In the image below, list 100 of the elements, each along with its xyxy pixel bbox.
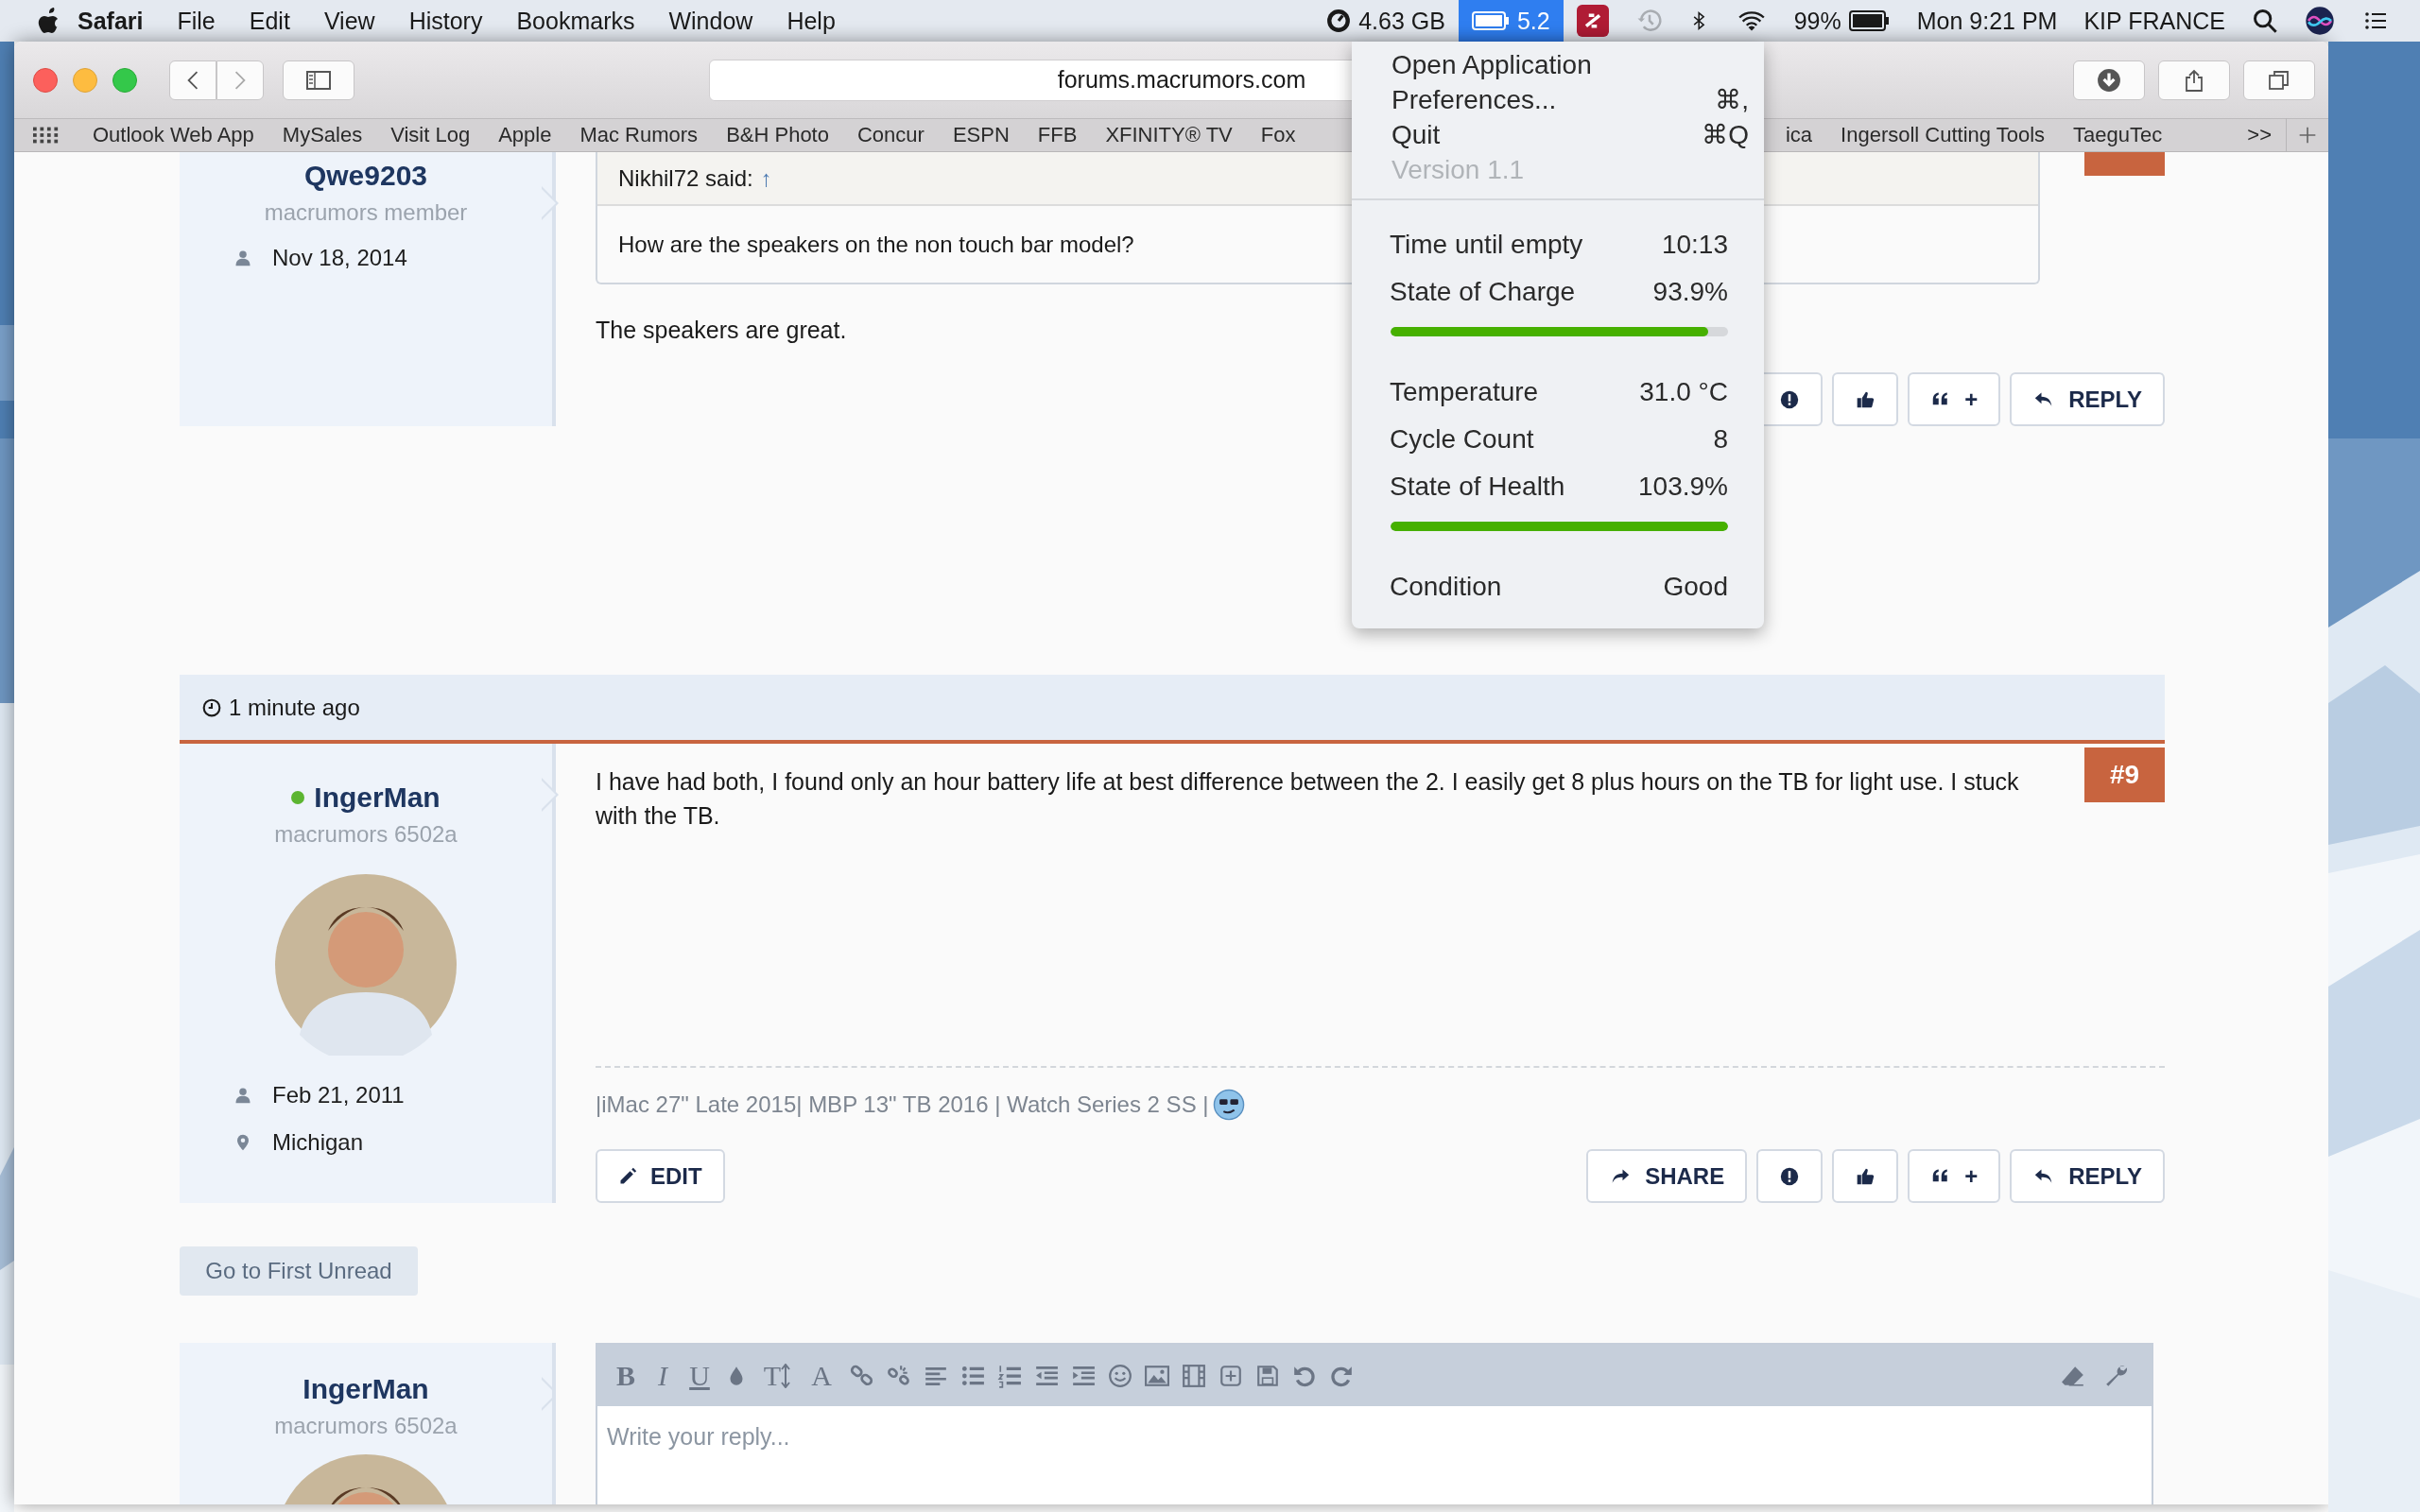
quote-text: How are the speakers on the non touch bar model? [618, 231, 1134, 258]
share-button[interactable] [2158, 60, 2230, 100]
menu-item[interactable]: View [306, 7, 392, 35]
stat-value: 103.9% [1638, 472, 1728, 502]
stat-value: 93.9% [1652, 277, 1728, 307]
tabs-button[interactable] [2243, 60, 2315, 100]
user-title: macrumors 6502a [274, 1413, 458, 1439]
menu-item[interactable]: Help [769, 7, 853, 35]
downloads-button[interactable] [2073, 60, 2145, 100]
battery-percent[interactable]: 99% [1793, 7, 1841, 35]
user-title: macrumors 6502a [274, 821, 458, 848]
username[interactable]: IngerMan [314, 782, 441, 814]
back-button[interactable] [169, 60, 216, 100]
clock[interactable]: Mon 9:21 PM [1916, 7, 2058, 35]
save-icon[interactable] [1255, 1363, 1280, 1388]
person-icon [234, 249, 251, 266]
post-number-badge: #9 [2084, 747, 2165, 802]
zoom-button[interactable] [112, 67, 137, 93]
link-icon[interactable] [850, 1363, 874, 1388]
pencil-icon [618, 1166, 637, 1186]
menu-item[interactable]: Window [651, 7, 770, 35]
menu-item[interactable]: Quit ⌘Q [1352, 117, 1764, 152]
search-icon [2252, 8, 2278, 34]
bookmark[interactable]: XFINITY® TV [1091, 123, 1247, 147]
stat-value: Good [1663, 572, 1728, 602]
close-button[interactable] [33, 67, 58, 93]
resize-arrow-icon [781, 1363, 791, 1388]
bookmark[interactable]: B&H Photo [712, 123, 843, 147]
reply-button[interactable]: REPLY [2010, 372, 2165, 426]
battery-status-item[interactable]: 5.2 [1458, 0, 1564, 42]
like-button[interactable] [1832, 1149, 1899, 1203]
username[interactable]: Qwe9203 [303, 160, 428, 192]
clock-icon [202, 697, 221, 717]
person-icon [234, 1087, 251, 1104]
join-date: Feb 21, 2011 [272, 1082, 405, 1108]
film-icon[interactable] [1182, 1363, 1206, 1388]
like-button[interactable] [1832, 372, 1899, 426]
alert-icon [1780, 389, 1800, 409]
stat-label: Cycle Count [1390, 424, 1534, 455]
user-title: macrumors member [264, 199, 468, 226]
username[interactable]: IngerMan [302, 1373, 429, 1405]
go-to-first-unread-button[interactable]: Go to First Unread [180, 1246, 418, 1296]
thumbs-up-icon [1856, 389, 1876, 409]
reply-field[interactable]: Write your reply... [597, 1406, 2152, 1468]
smiley-icon[interactable] [1108, 1363, 1132, 1388]
bookmark[interactable]: FFB [1023, 123, 1092, 147]
stat-label: Temperature [1390, 377, 1539, 407]
plus-box-icon[interactable] [1219, 1363, 1243, 1388]
join-date: Nov 18, 2014 [272, 245, 407, 271]
numbered-list-icon[interactable] [997, 1363, 1022, 1388]
report-button[interactable] [1756, 1149, 1824, 1203]
menu-item[interactable]: History [391, 7, 500, 35]
bookmark[interactable]: TaeguTec [2059, 123, 2177, 147]
stat-label: Time until empty [1390, 230, 1583, 260]
bookmark[interactable]: Apple [484, 123, 566, 147]
sidebar-button[interactable] [283, 60, 354, 100]
user-name[interactable]: KIP FRANCE [2083, 7, 2225, 35]
quote-link[interactable]: ↑ [760, 164, 772, 192]
stat-label: State of Health [1390, 472, 1565, 502]
menu-item[interactable]: Safari [60, 7, 161, 35]
bookmark[interactable]: ESPN [938, 123, 1024, 147]
plus-icon [2298, 126, 2317, 145]
quote-attribution: Nikhil72 said: [618, 164, 753, 192]
unlink-icon[interactable] [887, 1363, 911, 1388]
memory-status[interactable]: 4.63 GB [1358, 7, 1445, 35]
bookmark[interactable]: ica [1771, 123, 1827, 147]
stat-label: Condition [1390, 572, 1502, 602]
menu-item[interactable]: File [160, 7, 233, 35]
stat-label: State of Charge [1390, 277, 1576, 307]
location: Michigan [272, 1129, 364, 1156]
grid-icon [33, 126, 60, 145]
share-button[interactable]: SHARE [1586, 1149, 1748, 1203]
bookmarks-overflow[interactable]: >> [2233, 123, 2286, 147]
bookmark[interactable]: Ingersoll Cutting Tools [1826, 123, 2060, 147]
bookmark[interactable]: Visit Log [376, 123, 485, 147]
siri-icon [2305, 6, 2335, 36]
quote-button[interactable]: + [1908, 1149, 2001, 1203]
menu-item[interactable]: Edit [232, 7, 307, 35]
post-text: I have had both, I found only an hour battery life at best difference between the 2. I easily get 8 plus hours on the TB for light use. I stuck with the TB. [596, 768, 2019, 829]
bookmark[interactable]: Mac Rumors [565, 123, 713, 147]
edit-button[interactable]: EDIT [596, 1149, 725, 1203]
bookmark[interactable]: Concur [842, 123, 939, 147]
bookmark[interactable]: Fox [1246, 123, 1310, 147]
forward-button[interactable] [216, 60, 264, 100]
tabs-icon [2268, 68, 2290, 92]
minimize-button[interactable] [73, 67, 97, 93]
menu-item[interactable]: Bookmarks [499, 7, 652, 35]
reply-button[interactable]: REPLY [2010, 1149, 2165, 1203]
bookmark[interactable]: Outlook Web App [78, 123, 268, 147]
post-time: 1 minute ago [229, 694, 360, 721]
emoji-icon [1212, 1089, 1245, 1121]
quote-button[interactable]: + [1908, 372, 2001, 426]
menu-item: Version 1.1 [1391, 153, 1526, 186]
alert-icon [1780, 1166, 1800, 1186]
stat-value: 31.0 °C [1639, 377, 1728, 407]
stat-value: 8 [1713, 424, 1728, 455]
image-icon[interactable] [1145, 1363, 1169, 1388]
bookmark[interactable]: MySales [268, 123, 377, 147]
battery-icon [1471, 11, 1510, 30]
wrench-icon[interactable] [2104, 1363, 2129, 1388]
